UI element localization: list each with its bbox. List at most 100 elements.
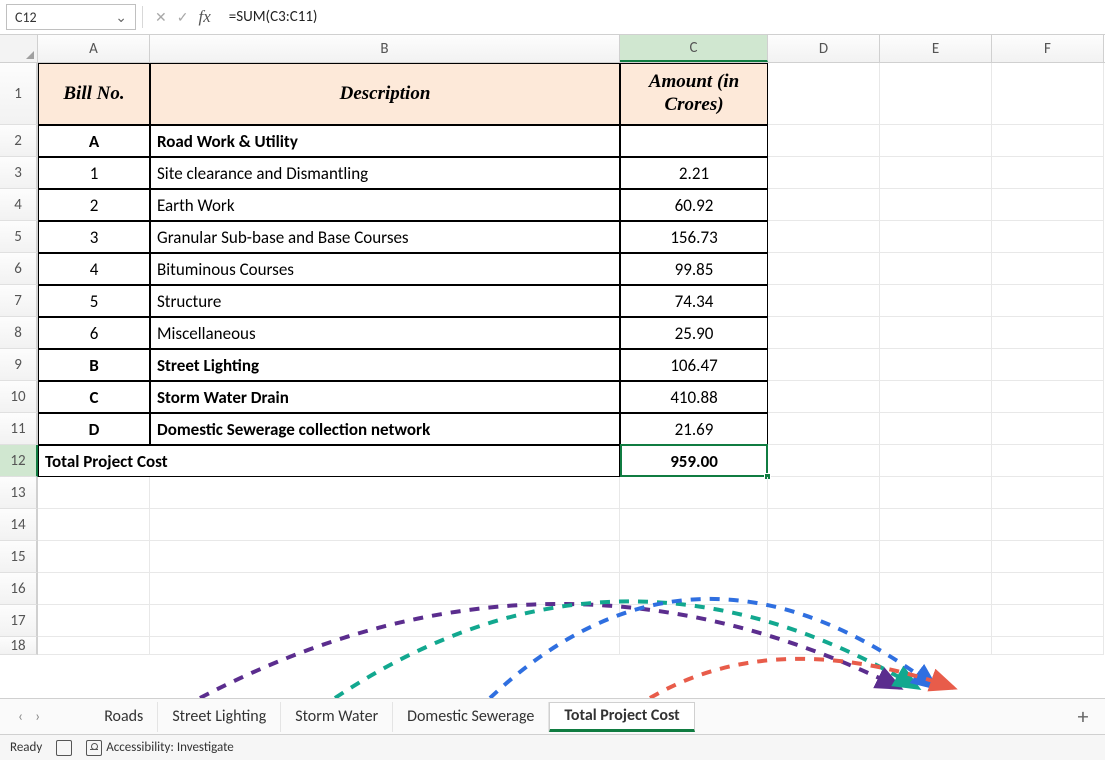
cell-description[interactable]: Earth Work <box>150 189 620 221</box>
cell-amount[interactable]: 60.92 <box>620 189 768 221</box>
row-header[interactable]: 16 <box>0 573 38 605</box>
prev-sheet-icon[interactable]: ‹ <box>18 708 23 726</box>
cell[interactable] <box>992 189 1104 221</box>
row-header[interactable]: 18 <box>0 637 38 655</box>
cell[interactable] <box>38 573 150 605</box>
cell-billno[interactable]: A <box>38 125 150 157</box>
row-header[interactable]: 11 <box>0 413 38 445</box>
cell[interactable] <box>880 477 992 509</box>
cell[interactable] <box>620 541 768 573</box>
row-header[interactable]: 1 <box>0 63 38 125</box>
cell[interactable] <box>880 157 992 189</box>
cell[interactable] <box>38 509 150 541</box>
sheet-tab[interactable]: Roads <box>90 702 158 732</box>
cell-billno[interactable]: D <box>38 413 150 445</box>
cell[interactable] <box>992 253 1104 285</box>
cell[interactable] <box>880 125 992 157</box>
sheet-tab[interactable]: Street Lighting <box>158 702 281 732</box>
cell-billno[interactable]: 4 <box>38 253 150 285</box>
macro-record-icon[interactable] <box>56 740 72 756</box>
cell[interactable] <box>880 637 992 655</box>
cell[interactable] <box>992 125 1104 157</box>
cell[interactable] <box>768 125 880 157</box>
cell[interactable] <box>150 541 620 573</box>
cell[interactable] <box>880 573 992 605</box>
cell[interactable] <box>992 541 1104 573</box>
cell[interactable] <box>620 477 768 509</box>
cell-billno[interactable]: 6 <box>38 317 150 349</box>
cell[interactable] <box>880 221 992 253</box>
cell[interactable] <box>992 157 1104 189</box>
cell[interactable] <box>992 605 1104 637</box>
total-label-cell[interactable]: Total Project Cost <box>38 445 620 477</box>
cell-description[interactable]: Miscellaneous <box>150 317 620 349</box>
cell-billno[interactable]: 1 <box>38 157 150 189</box>
sheet-tab[interactable]: Total Project Cost <box>549 702 694 732</box>
row-header[interactable]: 5 <box>0 221 38 253</box>
cell[interactable] <box>620 509 768 541</box>
cell[interactable] <box>880 253 992 285</box>
cell[interactable] <box>768 189 880 221</box>
cell[interactable] <box>992 413 1104 445</box>
cell[interactable] <box>768 413 880 445</box>
cell-description[interactable]: Granular Sub-base and Base Courses <box>150 221 620 253</box>
cell[interactable] <box>880 605 992 637</box>
cell-amount[interactable]: 74.34 <box>620 285 768 317</box>
row-header[interactable]: 2 <box>0 125 38 157</box>
cell-description[interactable]: Domestic Sewerage collection network <box>150 413 620 445</box>
cell[interactable] <box>768 253 880 285</box>
cell[interactable] <box>768 509 880 541</box>
cell-description[interactable]: Street Lighting <box>150 349 620 381</box>
chevron-down-icon[interactable]: ⌄ <box>115 9 127 26</box>
cell[interactable] <box>992 509 1104 541</box>
col-header-A[interactable]: A <box>38 35 150 62</box>
row-header[interactable]: 17 <box>0 605 38 637</box>
sheet-tab[interactable]: Domestic Sewerage <box>393 702 549 732</box>
cell-amount[interactable] <box>620 125 768 157</box>
cell[interactable] <box>38 605 150 637</box>
cell[interactable] <box>768 349 880 381</box>
col-header-F[interactable]: F <box>992 35 1104 62</box>
cell[interactable] <box>768 317 880 349</box>
add-sheet-button[interactable]: + <box>1069 703 1097 731</box>
cell[interactable] <box>150 477 620 509</box>
next-sheet-icon[interactable]: › <box>35 708 40 726</box>
cell[interactable] <box>880 509 992 541</box>
cell-billno[interactable]: C <box>38 381 150 413</box>
row-header[interactable]: 9 <box>0 349 38 381</box>
header-billno[interactable]: Bill No. <box>38 63 150 125</box>
cell[interactable] <box>38 541 150 573</box>
cell-description[interactable]: Storm Water Drain <box>150 381 620 413</box>
cell-description[interactable]: Road Work & Utility <box>150 125 620 157</box>
row-header[interactable]: 3 <box>0 157 38 189</box>
formula-input[interactable]: =SUM(C3:C11) <box>223 4 1099 30</box>
row-header[interactable]: 7 <box>0 285 38 317</box>
total-value-cell[interactable]: 959.00 <box>620 445 768 477</box>
fx-icon[interactable]: fx <box>198 7 210 27</box>
enter-check-icon[interactable]: ✓ <box>177 9 189 26</box>
cell[interactable] <box>992 445 1104 477</box>
cell[interactable] <box>880 349 992 381</box>
cell-amount[interactable]: 156.73 <box>620 221 768 253</box>
cell[interactable] <box>38 477 150 509</box>
header-description[interactable]: Description <box>150 63 620 125</box>
row-header[interactable]: 14 <box>0 509 38 541</box>
col-header-B[interactable]: B <box>150 35 620 62</box>
header-amount[interactable]: Amount (in Crores) <box>620 63 768 125</box>
cell[interactable] <box>992 381 1104 413</box>
col-header-E[interactable]: E <box>880 35 992 62</box>
cell[interactable] <box>880 189 992 221</box>
cell[interactable] <box>880 63 992 125</box>
cell[interactable] <box>150 605 620 637</box>
cell[interactable] <box>150 509 620 541</box>
cell-amount[interactable]: 106.47 <box>620 349 768 381</box>
cell-billno[interactable]: 3 <box>38 221 150 253</box>
cell[interactable] <box>768 221 880 253</box>
cell[interactable] <box>768 637 880 655</box>
cell[interactable] <box>768 573 880 605</box>
cell[interactable] <box>992 477 1104 509</box>
row-header[interactable]: 15 <box>0 541 38 573</box>
row-header[interactable]: 13 <box>0 477 38 509</box>
col-header-D[interactable]: D <box>768 35 880 62</box>
cell[interactable] <box>768 445 880 477</box>
